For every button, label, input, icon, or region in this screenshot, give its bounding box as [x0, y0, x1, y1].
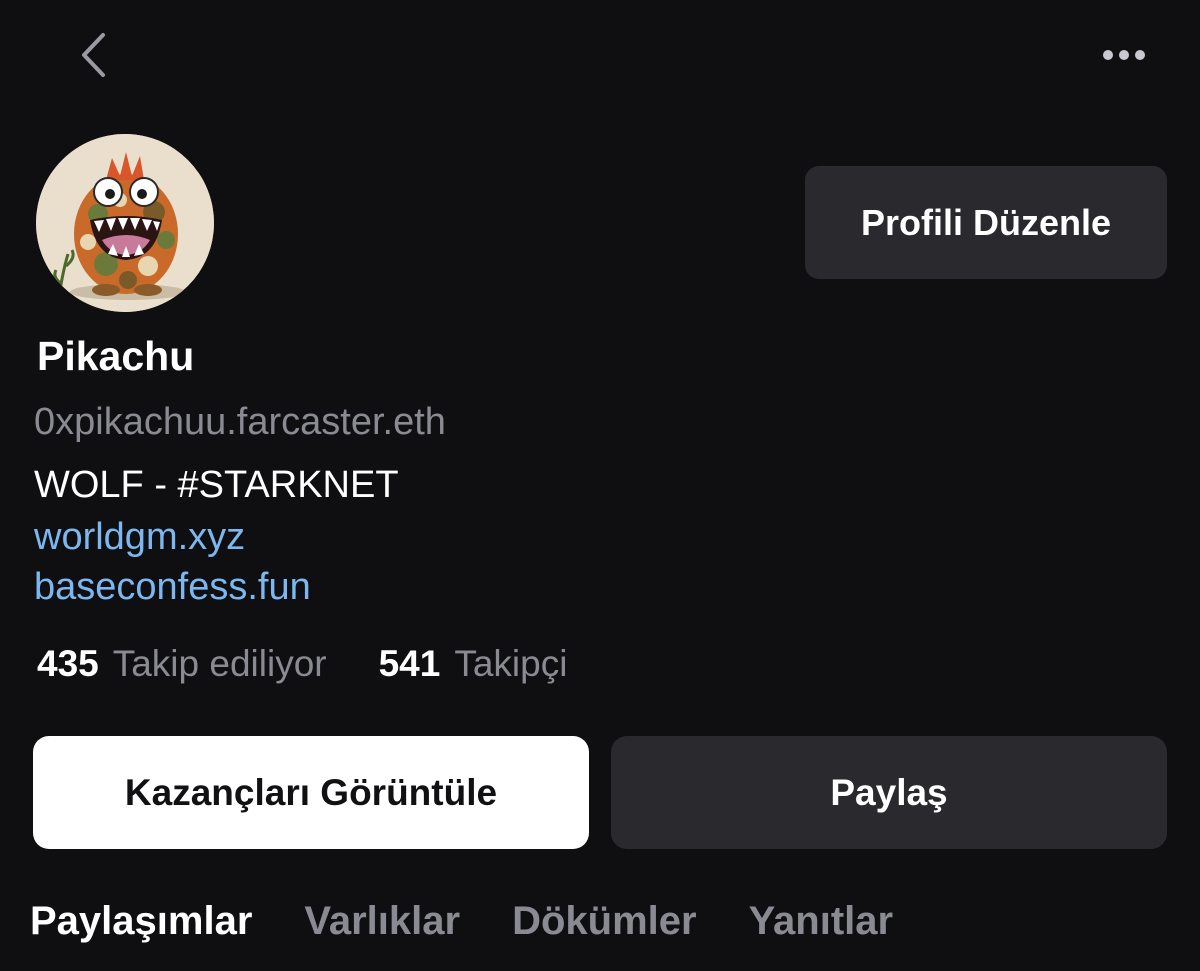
more-horizontal-icon — [1103, 50, 1145, 60]
display-name: Pikachu — [37, 333, 195, 379]
share-button[interactable]: Paylaş — [611, 736, 1167, 849]
username: 0xpikachuu.farcaster.eth — [34, 401, 446, 443]
follow-stats: 435 Takip ediliyor 541 Takipçi — [37, 640, 567, 688]
followers-label: Takipçi — [454, 643, 568, 684]
back-button[interactable] — [70, 26, 118, 84]
profile-tabs: Paylaşımlar Varlıklar Dökümler Yanıtlar — [30, 893, 893, 949]
following-stat[interactable]: 435 Takip ediliyor — [37, 643, 327, 685]
view-earnings-button[interactable]: Kazançları Görüntüle — [33, 736, 589, 849]
following-label: Takip ediliyor — [112, 643, 327, 684]
tab-mints[interactable]: Dökümler — [512, 895, 697, 947]
followers-count: 541 — [378, 643, 441, 684]
avatar[interactable] — [36, 134, 214, 312]
following-count: 435 — [37, 643, 99, 684]
tab-assets[interactable]: Varlıklar — [304, 895, 460, 947]
bio: WOLF - #STARKNET — [34, 464, 399, 506]
monster-avatar-image — [36, 134, 214, 312]
more-options-button[interactable] — [1092, 36, 1156, 74]
tab-posts[interactable]: Paylaşımlar — [30, 895, 252, 947]
chevron-left-icon — [82, 33, 105, 77]
profile-link-baseconfess[interactable]: baseconfess.fun — [34, 564, 311, 610]
edit-profile-button[interactable]: Profili Düzenle — [805, 166, 1167, 279]
profile-link-worldgm[interactable]: worldgm.xyz — [34, 514, 245, 560]
followers-stat[interactable]: 541 Takipçi — [379, 643, 568, 685]
tab-replies[interactable]: Yanıtlar — [749, 895, 894, 947]
